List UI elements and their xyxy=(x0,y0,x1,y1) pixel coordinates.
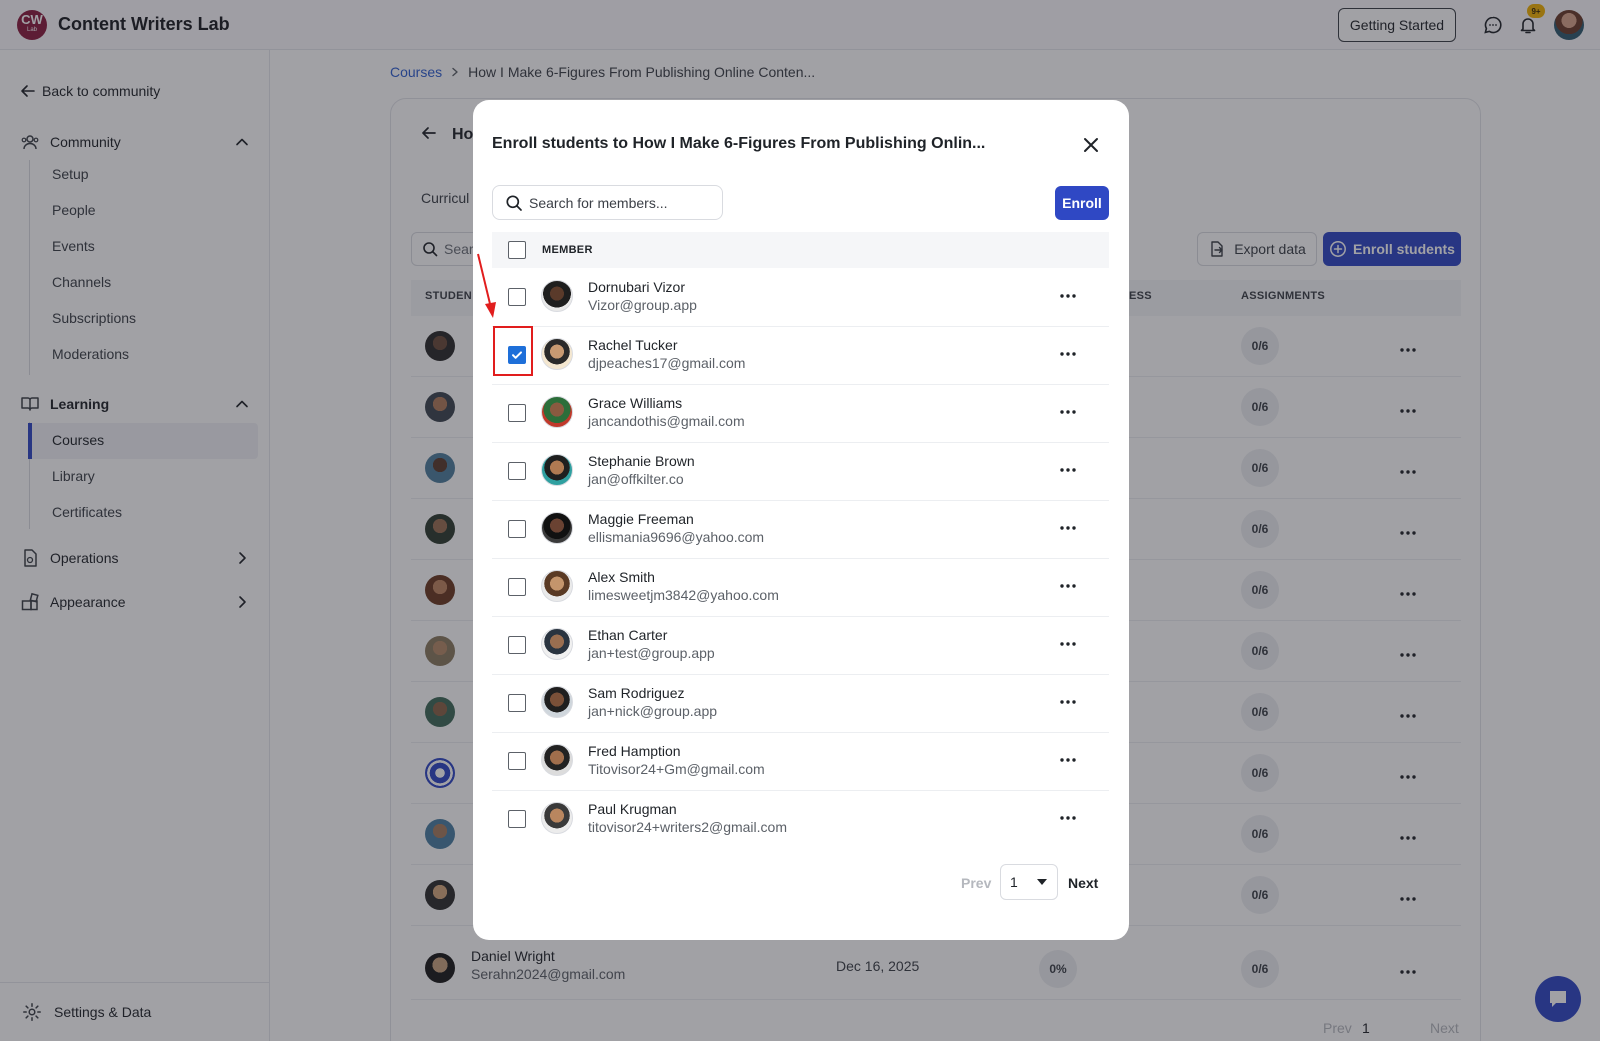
pagination-prev[interactable]: Prev xyxy=(961,875,991,891)
enroll-button[interactable]: Enroll xyxy=(1055,186,1109,220)
member-name: Alex Smith xyxy=(588,569,655,585)
member-name: Paul Krugman xyxy=(588,801,677,817)
avatar xyxy=(541,454,573,486)
member-row[interactable]: Rachel Tucker djpeaches17@gmail.com xyxy=(492,326,1109,385)
page-select-value: 1 xyxy=(1010,874,1018,890)
more-icon[interactable] xyxy=(1057,286,1079,306)
member-row[interactable]: Paul Krugman titovisor24+writers2@gmail.c… xyxy=(492,790,1109,840)
member-name: Stephanie Brown xyxy=(588,453,695,469)
avatar xyxy=(541,802,573,834)
member-email: Vizor@group.app xyxy=(588,297,697,313)
member-search-field[interactable] xyxy=(492,185,723,220)
enroll-students-dialog: Enroll students to How I Make 6-Figures … xyxy=(473,100,1129,940)
member-row[interactable]: Maggie Freeman ellismania9696@yahoo.com xyxy=(492,500,1109,559)
more-icon[interactable] xyxy=(1057,460,1079,480)
member-name: Grace Williams xyxy=(588,395,683,411)
avatar xyxy=(541,512,573,544)
more-icon[interactable] xyxy=(1057,518,1079,538)
member-email: Titovisor24+Gm@gmail.com xyxy=(588,761,765,777)
member-email: jan+nick@group.app xyxy=(588,703,718,719)
member-name: Rachel Tucker xyxy=(588,337,678,353)
dialog-title: Enroll students to How I Make 6-Figures … xyxy=(492,135,986,152)
more-icon[interactable] xyxy=(1057,344,1079,364)
member-row[interactable]: Grace Williams jancandothis@gmail.com xyxy=(492,384,1109,443)
member-checkbox[interactable] xyxy=(508,462,526,480)
member-row[interactable]: Fred Hamption Titovisor24+Gm@gmail.com xyxy=(492,732,1109,791)
member-row[interactable]: Alex Smith limesweetjm3842@yahoo.com xyxy=(492,558,1109,617)
member-checkbox[interactable] xyxy=(508,288,526,306)
member-email: titovisor24+writers2@gmail.com xyxy=(588,819,787,835)
member-name: Ethan Carter xyxy=(588,627,668,643)
member-table-header: MEMBER xyxy=(492,232,1109,268)
member-row[interactable]: Dornubari Vizor Vizor@group.app xyxy=(492,268,1109,327)
column-member: MEMBER xyxy=(542,244,593,256)
select-all-checkbox[interactable] xyxy=(508,241,526,259)
avatar xyxy=(541,396,573,428)
member-email: jan+test@group.app xyxy=(588,645,715,661)
member-row[interactable]: Stephanie Brown jan@offkilter.co xyxy=(492,442,1109,501)
member-checkbox[interactable] xyxy=(508,752,526,770)
avatar xyxy=(541,570,573,602)
member-search-input[interactable] xyxy=(529,194,709,211)
pagination-next[interactable]: Next xyxy=(1068,875,1098,891)
member-name: Dornubari Vizor xyxy=(588,279,686,295)
avatar xyxy=(541,628,573,660)
member-checkbox[interactable] xyxy=(508,520,526,538)
member-email: jancandothis@gmail.com xyxy=(588,413,745,429)
page-select[interactable]: 1 xyxy=(1000,864,1058,900)
member-email: djpeaches17@gmail.com xyxy=(588,355,746,371)
member-list[interactable]: Dornubari Vizor Vizor@group.app Rachel Tuc… xyxy=(492,268,1109,840)
more-icon[interactable] xyxy=(1057,692,1079,712)
member-checkbox[interactable] xyxy=(508,694,526,712)
member-name: Fred Hamption xyxy=(588,743,681,759)
avatar xyxy=(541,686,573,718)
avatar xyxy=(541,744,573,776)
member-checkbox[interactable] xyxy=(508,810,526,828)
member-checkbox[interactable] xyxy=(508,404,526,422)
caret-down-icon xyxy=(1037,879,1047,885)
member-email: jan@offkilter.co xyxy=(588,471,684,487)
more-icon[interactable] xyxy=(1057,808,1079,828)
member-checkbox[interactable] xyxy=(508,636,526,654)
search-icon xyxy=(506,194,522,211)
annotation-highlight-box xyxy=(493,326,533,376)
member-row[interactable]: Sam Rodriguez jan+nick@group.app xyxy=(492,674,1109,733)
member-email: ellismania9696@yahoo.com xyxy=(588,529,765,545)
more-icon[interactable] xyxy=(1057,402,1079,422)
member-row[interactable]: Ethan Carter jan+test@group.app xyxy=(492,616,1109,675)
more-icon[interactable] xyxy=(1057,634,1079,654)
annotation-arrow-icon xyxy=(477,253,496,318)
member-name: Maggie Freeman xyxy=(588,511,694,527)
more-icon[interactable] xyxy=(1057,750,1079,770)
member-name: Sam Rodriguez xyxy=(588,685,685,701)
avatar xyxy=(541,338,573,370)
close-icon[interactable] xyxy=(1082,136,1100,154)
avatar xyxy=(541,280,573,312)
member-checkbox[interactable] xyxy=(508,578,526,596)
member-email: limesweetjm3842@yahoo.com xyxy=(588,587,779,603)
more-icon[interactable] xyxy=(1057,576,1079,596)
